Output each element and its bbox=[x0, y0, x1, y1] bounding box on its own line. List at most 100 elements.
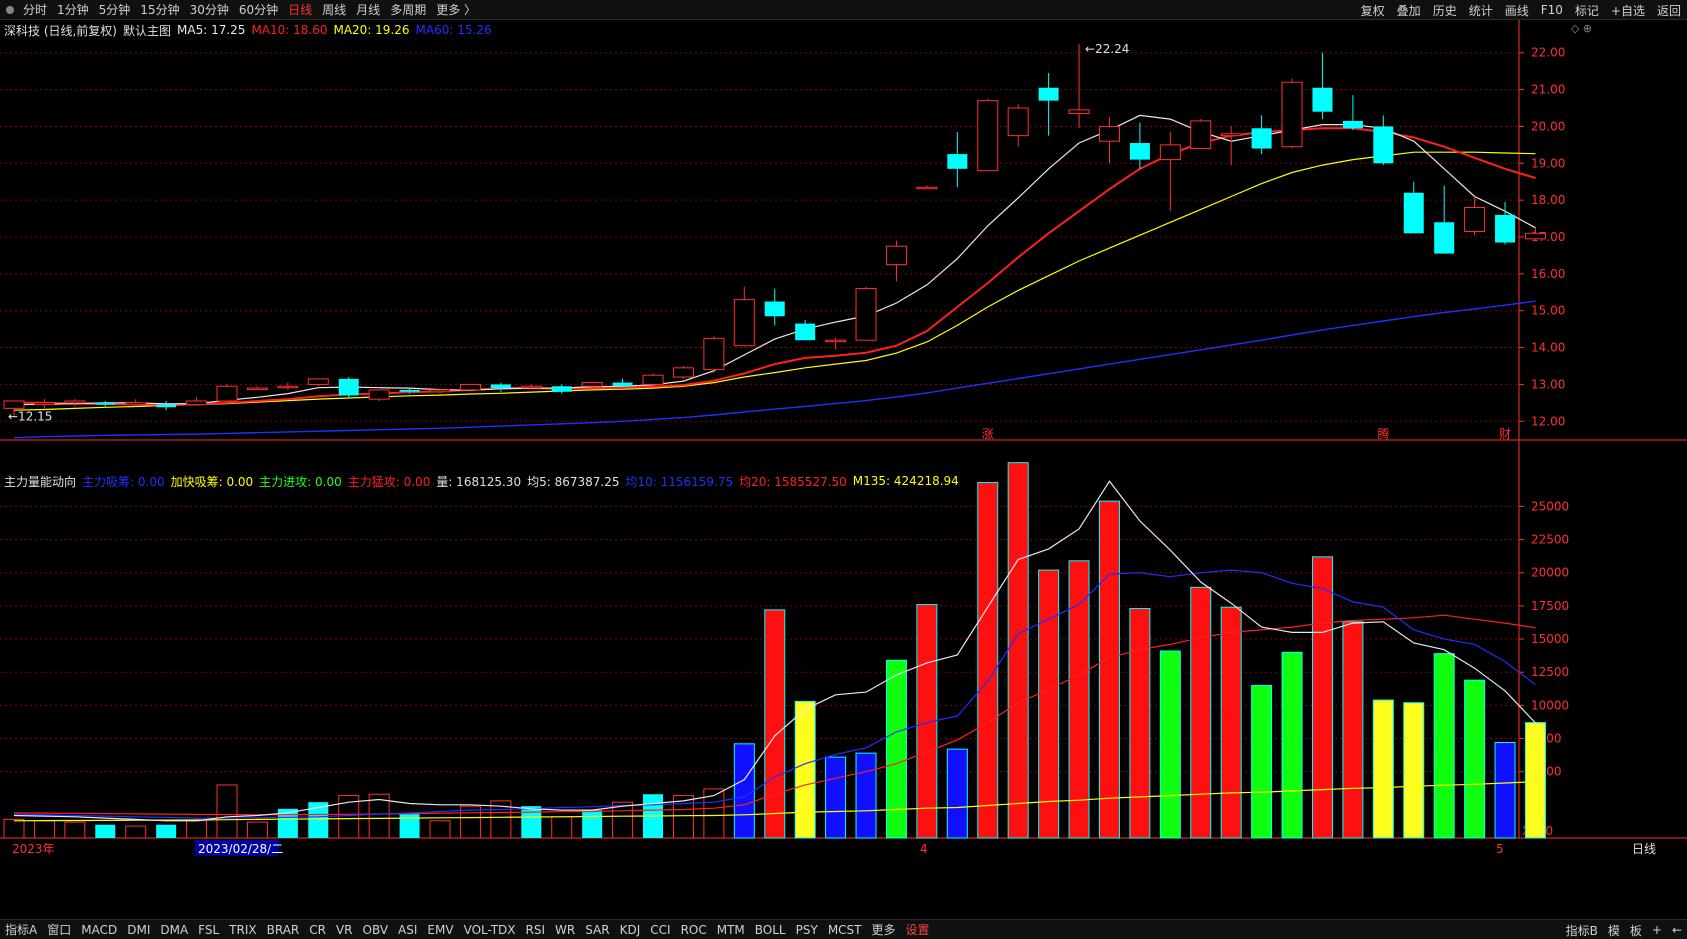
indicator-tab[interactable]: MACD bbox=[76, 923, 122, 937]
ma10-line bbox=[14, 127, 1536, 406]
candle-body-down bbox=[338, 378, 359, 396]
volume-bar-red bbox=[1068, 560, 1090, 839]
toolbar-action[interactable]: 返回 bbox=[1651, 2, 1687, 19]
volume-bar-up bbox=[64, 821, 86, 839]
toolbar-action[interactable]: 画线 bbox=[1499, 2, 1535, 19]
indicator-tab[interactable]: PSY bbox=[791, 923, 823, 937]
candle-body-down bbox=[1038, 87, 1059, 101]
volume-bar-blue bbox=[825, 756, 847, 839]
candle-body-up bbox=[885, 245, 907, 266]
price-tick-label: 16.00 bbox=[1531, 267, 1565, 281]
bottombar-control[interactable]: 指标B bbox=[1561, 922, 1603, 939]
indicator-tab[interactable]: 窗口 bbox=[42, 921, 76, 938]
toolbar-action[interactable]: +自选 bbox=[1605, 2, 1651, 19]
volume-bar-up bbox=[216, 784, 238, 839]
candle-body-up bbox=[125, 402, 147, 406]
candle-body-up bbox=[1068, 109, 1090, 115]
candle-body-up bbox=[429, 389, 451, 393]
toolbar-actions: 复权 叠加 历史 统计 画线 F10 标记 +自选 返回 bbox=[1355, 0, 1687, 20]
bottombar-control[interactable]: ← bbox=[1667, 923, 1687, 937]
indicator-tab[interactable]: KDJ bbox=[615, 923, 646, 937]
candle-body-up bbox=[977, 100, 999, 172]
volume-tick-label: 15000 bbox=[1531, 632, 1569, 646]
period-tab[interactable]: 分时 bbox=[18, 1, 52, 18]
indicator-tab[interactable]: BOLL bbox=[750, 923, 791, 937]
candle-body-up bbox=[64, 400, 86, 404]
volume-bar-red bbox=[1038, 569, 1060, 839]
candle-body-down bbox=[1342, 120, 1363, 129]
indicator-tab[interactable]: VR bbox=[331, 923, 358, 937]
indicator-tab[interactable]: TRIX bbox=[224, 923, 261, 937]
candle-body-up bbox=[855, 288, 877, 341]
indicator-tab[interactable]: ROC bbox=[676, 923, 712, 937]
volume-bar-up bbox=[125, 825, 147, 839]
indicator-tab[interactable]: MTM bbox=[712, 923, 750, 937]
indicator-tab[interactable]: 更多 bbox=[867, 921, 901, 938]
indicator-tab[interactable]: MCST bbox=[823, 923, 867, 937]
volume-bar-down bbox=[95, 824, 116, 838]
volume-bar-green bbox=[1159, 650, 1181, 839]
volume-bar-red bbox=[1129, 608, 1151, 839]
period-tab[interactable]: 1分钟 bbox=[52, 1, 94, 18]
volume-bar-yellow bbox=[794, 700, 816, 839]
indicator-tab[interactable]: BRAR bbox=[262, 923, 305, 937]
stock-chart-app: 分时 1分钟 5分钟 15分钟 30分钟 60分钟 日线 周线 月线 多周期 更多 〉 复权 叠加 历史… bbox=[0, 0, 1687, 939]
indicator-tab[interactable]: RSI bbox=[521, 923, 551, 937]
chart-canvas[interactable]: 22.0021.0020.0019.0018.0017.0016.0015.00… bbox=[0, 20, 1687, 919]
volume-bar-green bbox=[885, 659, 907, 839]
bottombar-control[interactable]: 模 bbox=[1603, 922, 1625, 939]
volume-tick-label: 20000 bbox=[1531, 566, 1569, 580]
price-tick-label: 14.00 bbox=[1531, 341, 1565, 355]
indicator-tab[interactable]: FSL bbox=[193, 923, 224, 937]
candle-body-down bbox=[1129, 143, 1150, 160]
candle-body-down bbox=[1251, 128, 1272, 149]
candle-body-up bbox=[368, 389, 390, 400]
indicator-tab[interactable]: DMI bbox=[122, 923, 155, 937]
price-tick-label: 13.00 bbox=[1531, 377, 1565, 391]
period-tab[interactable]: 多周期 bbox=[385, 1, 431, 18]
toolbar-action[interactable]: 统计 bbox=[1463, 2, 1499, 19]
volume-bar-blue bbox=[855, 752, 877, 839]
candle-body-down bbox=[947, 154, 968, 169]
volume-bar-green bbox=[1281, 651, 1303, 839]
period-tab[interactable]: 日线 bbox=[283, 1, 317, 18]
candle-body-down bbox=[156, 404, 177, 408]
period-tab[interactable]: 60分钟 bbox=[234, 1, 283, 18]
indicator-tab[interactable]: SAR bbox=[580, 923, 614, 937]
candle-body-down bbox=[764, 301, 785, 317]
indicator-tab[interactable]: CR bbox=[304, 923, 331, 937]
indicator-tab[interactable]: CCI bbox=[645, 923, 675, 937]
indicator-tab[interactable]: OBV bbox=[358, 923, 394, 937]
menu-dot-icon[interactable] bbox=[6, 5, 14, 14]
indicator-tab[interactable]: EMV bbox=[422, 923, 458, 937]
volume-bar-blue bbox=[1494, 742, 1516, 839]
indicator-tab[interactable]: 指标A bbox=[0, 921, 42, 938]
candle-body-up bbox=[1007, 107, 1029, 137]
price-tick-label: 15.00 bbox=[1531, 304, 1565, 318]
toolbar-action[interactable]: 叠加 bbox=[1391, 2, 1427, 19]
period-tab[interactable]: 5分钟 bbox=[94, 1, 136, 18]
indicator-tab[interactable]: DMA bbox=[155, 923, 193, 937]
candle-body-down bbox=[1495, 214, 1516, 243]
period-tab[interactable]: 30分钟 bbox=[185, 1, 234, 18]
toolbar-action[interactable]: 标记 bbox=[1569, 2, 1605, 19]
bottombar-control[interactable]: + bbox=[1647, 923, 1667, 937]
toolbar-action[interactable]: F10 bbox=[1535, 3, 1569, 17]
candle-body-up bbox=[1159, 144, 1181, 161]
period-tab[interactable]: 周线 bbox=[317, 1, 351, 18]
price-tick-label: 12.00 bbox=[1531, 414, 1565, 428]
indicator-tab[interactable]: 设置 bbox=[901, 921, 935, 938]
indicator-tab[interactable]: VOL-TDX bbox=[459, 923, 521, 937]
period-tab[interactable]: 15分钟 bbox=[135, 1, 184, 18]
period-tab[interactable]: 月线 bbox=[351, 1, 385, 18]
candle-body-up bbox=[733, 299, 755, 347]
toolbar-action[interactable]: 复权 bbox=[1355, 2, 1391, 19]
indicator-tab[interactable]: WR bbox=[550, 923, 580, 937]
volume-tick-label: 25000 bbox=[1531, 499, 1569, 513]
indicator-tab[interactable]: ASI bbox=[393, 923, 422, 937]
period-tab[interactable]: 更多 〉 bbox=[431, 1, 481, 18]
bottombar-control[interactable]: 板 bbox=[1625, 922, 1647, 939]
candle-body-up bbox=[672, 367, 694, 378]
indicator-tabbar: 指标A 窗口 MACD DMI DMA FSL TRIX BRAR CR VR OBV ASI EMV V… bbox=[0, 919, 1687, 939]
toolbar-action[interactable]: 历史 bbox=[1427, 2, 1463, 19]
